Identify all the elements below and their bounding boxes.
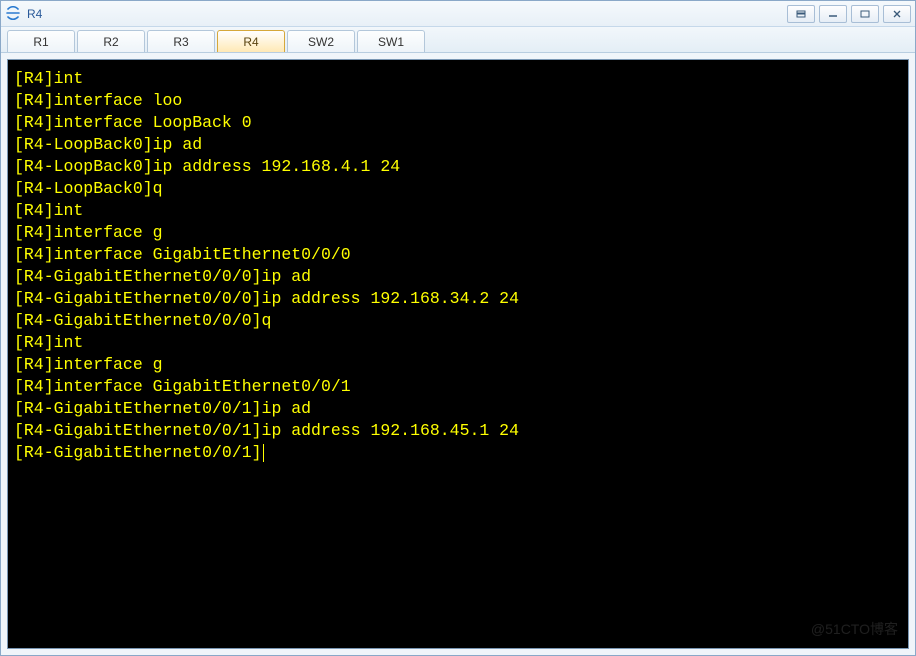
terminal-line: [R4]int	[14, 332, 902, 354]
app-window: R4 R1 R2 R3 R4 SW2 SW1 [R4]int[R4]interf…	[0, 0, 916, 656]
terminal-line: [R4]interface GigabitEthernet0/0/1	[14, 376, 902, 398]
terminal-line: [R4-LoopBack0]ip ad	[14, 134, 902, 156]
terminal-line: [R4-GigabitEthernet0/0/1]ip address 192.…	[14, 420, 902, 442]
window-controls	[787, 5, 911, 23]
terminal-line: [R4]interface GigabitEthernet0/0/0	[14, 244, 902, 266]
terminal-line: [R4-LoopBack0]ip address 192.168.4.1 24	[14, 156, 902, 178]
terminal-line: [R4-GigabitEthernet0/0/0]ip ad	[14, 266, 902, 288]
tab-r1[interactable]: R1	[7, 30, 75, 52]
terminal-line: [R4]int	[14, 200, 902, 222]
terminal[interactable]: [R4]int[R4]interface loo[R4]interface Lo…	[7, 59, 909, 649]
titlebar: R4	[1, 1, 915, 27]
terminal-line: [R4-LoopBack0]q	[14, 178, 902, 200]
terminal-line: [R4-GigabitEthernet0/0/0]q	[14, 310, 902, 332]
tab-sw2[interactable]: SW2	[287, 30, 355, 52]
tab-r3[interactable]: R3	[147, 30, 215, 52]
terminal-cursor	[263, 444, 264, 462]
terminal-line: [R4]interface loo	[14, 90, 902, 112]
terminal-line: [R4-GigabitEthernet0/0/1]ip ad	[14, 398, 902, 420]
terminal-line: [R4]interface LoopBack 0	[14, 112, 902, 134]
terminal-line: [R4-GigabitEthernet0/0/0]ip address 192.…	[14, 288, 902, 310]
tab-sw1[interactable]: SW1	[357, 30, 425, 52]
close-button[interactable]	[883, 5, 911, 23]
window-title: R4	[27, 7, 42, 21]
maximize-button[interactable]	[851, 5, 879, 23]
minimize-button[interactable]	[819, 5, 847, 23]
terminal-line: [R4]interface g	[14, 222, 902, 244]
tab-r4[interactable]: R4	[217, 30, 285, 52]
terminal-line: [R4]interface g	[14, 354, 902, 376]
watermark: @51CTO博客	[811, 618, 898, 640]
terminal-container: [R4]int[R4]interface loo[R4]interface Lo…	[1, 53, 915, 655]
tab-bar: R1 R2 R3 R4 SW2 SW1	[1, 27, 915, 53]
tab-r2[interactable]: R2	[77, 30, 145, 52]
terminal-line: [R4]int	[14, 68, 902, 90]
app-icon	[5, 6, 21, 22]
options-button[interactable]	[787, 5, 815, 23]
terminal-line: [R4-GigabitEthernet0/0/1]	[14, 442, 902, 464]
